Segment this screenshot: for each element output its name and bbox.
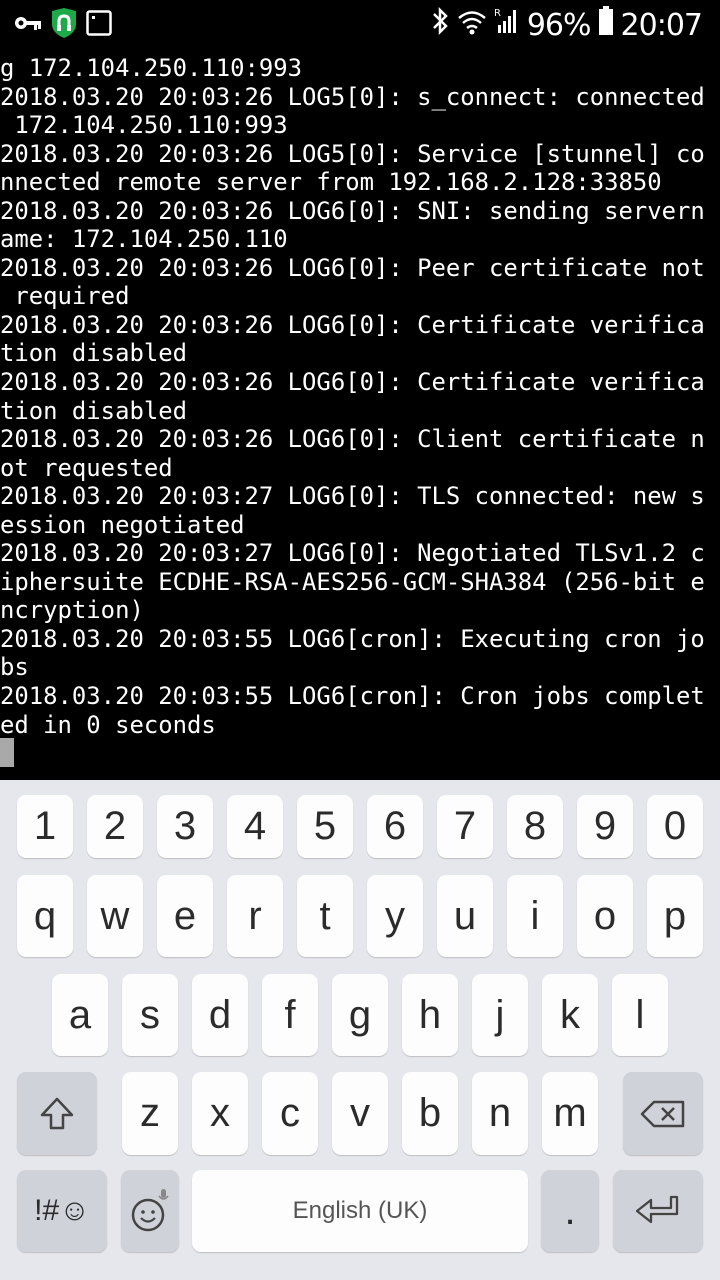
wifi-icon <box>457 8 487 43</box>
key-d[interactable]: d <box>192 974 248 1056</box>
terminal-line: tion disabled <box>0 396 187 425</box>
soft-keyboard: 1234567890 qwertyuiop asdfghjkl zxcvbnm !#☺… <box>0 780 720 1280</box>
key-x[interactable]: x <box>192 1072 248 1155</box>
terminal-output[interactable]: g 172.104.250.110:993 2018.03.20 20:03:26… <box>0 50 720 780</box>
terminal-line: bs <box>0 653 29 682</box>
key-w[interactable]: w <box>87 875 143 957</box>
key-k[interactable]: k <box>542 974 598 1056</box>
key-v[interactable]: v <box>332 1072 388 1155</box>
terminal-line: 2018.03.20 20:03:26 LOG6[0]: Certificate… <box>0 368 705 397</box>
key-9[interactable]: 9 <box>577 795 633 858</box>
key-1[interactable]: 1 <box>17 795 73 858</box>
key-5[interactable]: 5 <box>297 795 353 858</box>
clock: 20:07 <box>620 7 703 43</box>
key-y[interactable]: y <box>367 875 423 957</box>
terminal-line: ot requested <box>0 453 173 482</box>
key-z[interactable]: z <box>122 1072 178 1155</box>
terminal-log-text: g 172.104.250.110:993 2018.03.20 20:03:26… <box>0 50 720 739</box>
terminal-line: 2018.03.20 20:03:26 LOG6[0]: Certificate… <box>0 310 705 339</box>
emoji-icon <box>131 1189 169 1232</box>
svg-text:R: R <box>494 8 501 19</box>
terminal-line: ame: 172.104.250.110 <box>0 225 288 254</box>
key-j[interactable]: j <box>472 974 528 1056</box>
key-n[interactable]: n <box>472 1072 528 1155</box>
enter-icon <box>635 1195 679 1224</box>
terminal-line: g 172.104.250.110:993 <box>0 54 303 82</box>
key-b[interactable]: b <box>402 1072 458 1155</box>
key-a[interactable]: a <box>52 974 108 1056</box>
key-e[interactable]: e <box>157 875 213 957</box>
key-q[interactable]: q <box>17 875 73 957</box>
shield-app-icon <box>50 8 78 42</box>
terminal-line: 2018.03.20 20:03:26 LOG5[0]: Service [st… <box>0 139 705 168</box>
signal-icon: R <box>494 7 520 43</box>
terminal-line: 172.104.250.110:993 <box>0 111 288 140</box>
terminal-line: 2018.03.20 20:03:55 LOG6[cron]: Cron job… <box>0 682 705 711</box>
key-4[interactable]: 4 <box>227 795 283 858</box>
key-o[interactable]: o <box>577 875 633 957</box>
key-l[interactable]: l <box>612 974 668 1056</box>
key-c[interactable]: c <box>262 1072 318 1155</box>
key-6[interactable]: 6 <box>367 795 423 858</box>
battery-percent: 96% <box>526 7 592 43</box>
key-h[interactable]: h <box>402 974 458 1056</box>
window-icon <box>86 10 112 40</box>
bluetooth-icon <box>430 6 450 43</box>
status-bar: R 96% 20:07 <box>0 0 720 50</box>
terminal-line: ed in 0 seconds <box>0 710 216 739</box>
vpn-key-icon <box>14 13 42 37</box>
key-u[interactable]: u <box>437 875 493 957</box>
key-s[interactable]: s <box>122 974 178 1056</box>
key-m[interactable]: m <box>542 1072 598 1155</box>
backspace-icon <box>640 1100 685 1127</box>
terminal-line: ncryption) <box>0 596 144 625</box>
terminal-line: 2018.03.20 20:03:26 LOG6[0]: Client cert… <box>0 425 705 454</box>
symbols-key[interactable]: !#☺ <box>17 1170 107 1252</box>
shift-icon <box>40 1097 74 1129</box>
period-key[interactable]: . <box>541 1170 599 1252</box>
key-r[interactable]: r <box>227 875 283 957</box>
terminal-line: 2018.03.20 20:03:26 LOG6[0]: Peer certif… <box>0 253 705 282</box>
emoji-key[interactable] <box>121 1170 179 1252</box>
key-p[interactable]: p <box>647 875 703 957</box>
terminal-line: ession negotiated <box>0 510 245 539</box>
key-g[interactable]: g <box>332 974 388 1056</box>
terminal-line: tion disabled <box>0 339 187 368</box>
terminal-line: required <box>0 282 130 311</box>
backspace-key[interactable] <box>623 1072 703 1155</box>
terminal-cursor <box>0 738 14 767</box>
terminal-line: 2018.03.20 20:03:55 LOG6[cron]: Executin… <box>0 624 705 653</box>
terminal-line: 2018.03.20 20:03:26 LOG5[0]: s_connect: … <box>0 82 705 111</box>
key-0[interactable]: 0 <box>647 795 703 858</box>
key-8[interactable]: 8 <box>507 795 563 858</box>
space-bar[interactable]: English (UK) <box>192 1170 528 1252</box>
key-7[interactable]: 7 <box>437 795 493 858</box>
key-f[interactable]: f <box>262 974 318 1056</box>
battery-icon <box>598 6 614 44</box>
enter-key[interactable] <box>613 1170 703 1252</box>
key-i[interactable]: i <box>507 875 563 957</box>
terminal-line: iphersuite ECDHE-RSA-AES256-GCM-SHA384 (… <box>0 567 705 596</box>
key-3[interactable]: 3 <box>157 795 213 858</box>
terminal-line: nnected remote server from 192.168.2.128… <box>0 168 662 197</box>
key-t[interactable]: t <box>297 875 353 957</box>
terminal-line: 2018.03.20 20:03:26 LOG6[0]: SNI: sendin… <box>0 196 705 225</box>
shift-key[interactable] <box>17 1072 97 1155</box>
key-2[interactable]: 2 <box>87 795 143 858</box>
terminal-line: 2018.03.20 20:03:27 LOG6[0]: TLS connect… <box>0 482 705 511</box>
terminal-line: 2018.03.20 20:03:27 LOG6[0]: Negotiated … <box>0 539 705 568</box>
